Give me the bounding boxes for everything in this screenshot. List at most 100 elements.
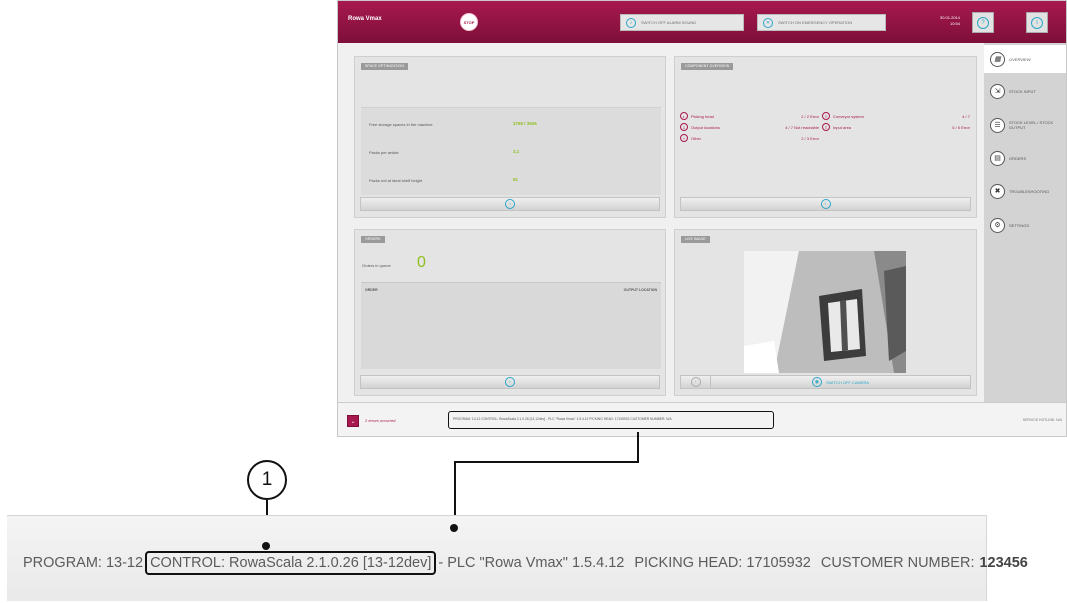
orders-icon: ▤	[990, 150, 1005, 166]
callout-marker: 1	[247, 460, 287, 500]
component-status: 2 / 3 Error	[801, 136, 819, 141]
connector-line	[637, 432, 639, 462]
conveyor-icon: ≡	[822, 112, 830, 120]
component-conveyor-system[interactable]: ≡ Conveyor system	[822, 112, 864, 120]
connector-line	[454, 461, 639, 463]
component-details-button[interactable]: ›	[680, 197, 971, 211]
info-button[interactable]: i	[1026, 12, 1048, 33]
date-time: 30.01.2014 10:54	[920, 15, 960, 27]
input-area-icon: ⇧	[822, 123, 830, 131]
chevron-right-icon: ›	[820, 199, 831, 209]
stat-label: Packs per article	[369, 150, 399, 155]
camera-feed-image	[744, 251, 906, 373]
orders-table: ORDER OUTPUT LOCATION	[361, 282, 661, 369]
sidebar-item-label: STOCK INPUT	[1009, 88, 1036, 94]
overview-icon: ▦	[990, 51, 1005, 67]
switch-off-camera-button[interactable]: ◉ SWITCH OFF CAMERA	[711, 377, 970, 387]
app-title: Rowa Vmax	[348, 16, 382, 22]
sidebar-item-label: OVERVIEW	[1009, 56, 1031, 62]
live-image-next-button[interactable]: ›	[681, 376, 711, 388]
component-status: 5 / 6 Error	[952, 125, 970, 130]
component-label: Picking head	[691, 113, 714, 119]
other-icon: +	[680, 134, 688, 142]
help-button[interactable]: ?	[972, 12, 994, 33]
sidebar-item-stock-input[interactable]: ⇲ STOCK INPUT	[984, 77, 1066, 105]
sidebar-item-label: SETTINGS	[1009, 222, 1030, 228]
chevron-right-icon: ›	[505, 377, 515, 387]
column-header-output-location: OUTPUT LOCATION	[623, 288, 657, 292]
space-optimization-panel: SPACE OPTIMIZATION Free storage spaces i…	[354, 56, 666, 218]
space-stats: Free storage spaces in the machine 3769 …	[361, 107, 661, 195]
emergency-button-label: SWITCH ON EMERGENCY OPERATION	[778, 20, 853, 25]
emergency-operation-button[interactable]: ✕ SWITCH ON EMERGENCY OPERATION	[757, 14, 886, 31]
stat-label: Free storage spaces in the machine	[369, 122, 433, 127]
stat-value: 3,1	[513, 149, 520, 154]
panel-title: SPACE OPTIMIZATION	[361, 63, 409, 70]
component-output-locations[interactable]: ⇩ Output locations	[680, 123, 720, 131]
connector-dot	[450, 524, 458, 532]
customer-number-value: 123456	[979, 555, 1028, 571]
column-header-order: ORDER	[365, 288, 378, 292]
app-window: Rowa Vmax STOP ♪ SWITCH OFF ALARM SOUND …	[337, 0, 1067, 437]
orders-panel: ORDERS Orders in queue 0 ORDER OUTPUT LO…	[354, 229, 666, 396]
live-image-panel: LIVE IMAGE › ◉ SWITCH OFF CAMERA	[674, 229, 977, 396]
program-version: PROGRAM: 13-12	[23, 555, 144, 571]
component-status: 4 / 7 Not reachable	[785, 125, 819, 130]
sidebar-item-label: ORDERS	[1009, 155, 1027, 161]
speaker-icon: ♪	[626, 17, 636, 28]
alarm-button-label: SWITCH OFF ALARM SOUND	[641, 20, 697, 25]
live-image-footer: › ◉ SWITCH OFF CAMERA	[680, 375, 971, 389]
control-version-highlight: CONTROL: RowaScala 2.1.0.26 [13-12dev]	[145, 551, 437, 575]
component-status: 4 / 7	[962, 114, 970, 119]
sidebar-item-stock-level-output[interactable]: ☰ STOCK LEVEL / STOCK OUTPUT	[984, 111, 1066, 139]
stat-value: 3769 / 3926	[513, 121, 537, 126]
error-message[interactable]: 2 errors occurred	[365, 418, 395, 423]
sidebar: ▦ OVERVIEW ⇲ STOCK INPUT ☰ STOCK LEVEL /…	[984, 43, 1066, 402]
panel-title: COMPONENT OVERVIEW	[681, 63, 734, 70]
zoomed-version-strip: PROGRAM: 13-12 CONTROL: RowaScala 2.1.0.…	[7, 515, 1028, 601]
error-expand-button[interactable]: ⌄	[347, 415, 359, 427]
orders-queue-count: 0	[417, 254, 426, 271]
component-label: Other	[691, 135, 702, 141]
version-info: PROGRAM: 13-12 CONTROL: RowaScala 2.1.0.…	[448, 411, 774, 429]
top-bar: Rowa Vmax STOP ♪ SWITCH OFF ALARM SOUND …	[338, 1, 1066, 43]
stat-label: Packs not at ideal shelf height	[369, 178, 423, 183]
callout-dot	[262, 542, 270, 550]
orders-details-button[interactable]: ›	[360, 375, 660, 389]
component-label: Output locations	[691, 124, 720, 130]
panel-title: LIVE IMAGE	[681, 236, 710, 243]
sidebar-item-orders[interactable]: ▤ ORDERS	[984, 144, 1066, 172]
service-hotline: SERVICE HOTLINE: N/A	[1022, 418, 1062, 422]
output-location-icon: ⇩	[680, 123, 688, 131]
info-icon: i	[1031, 16, 1043, 29]
sidebar-item-label: STOCK LEVEL / STOCK OUTPUT	[1009, 120, 1054, 130]
question-icon: ?	[977, 16, 989, 29]
picking-head-icon: ◐	[680, 112, 688, 120]
sidebar-item-overview[interactable]: ▦ OVERVIEW	[984, 45, 1066, 73]
sidebar-item-troubleshooting[interactable]: ✖ TROUBLESHOOTING	[984, 177, 1066, 205]
settings-icon: ⚙	[990, 217, 1005, 233]
stock-level-icon: ☰	[990, 117, 1005, 133]
chevron-down-icon: ⌄	[350, 418, 356, 425]
component-picking-head[interactable]: ◐ Picking head	[680, 112, 714, 120]
troubleshooting-icon: ✖	[990, 183, 1005, 199]
chevron-right-icon: ›	[690, 377, 701, 387]
switch-off-alarm-button[interactable]: ♪ SWITCH OFF ALARM SOUND	[620, 14, 744, 31]
component-input-area[interactable]: ⇧ Input area	[822, 123, 851, 131]
sidebar-item-label: TROUBLESHOOTING	[1009, 188, 1050, 194]
zoomed-version-text: PROGRAM: 13-12 CONTROL: RowaScala 2.1.0.…	[23, 551, 1028, 575]
chevron-right-icon: ›	[505, 199, 515, 209]
stock-input-icon: ⇲	[990, 83, 1005, 99]
stop-button[interactable]: STOP	[460, 13, 478, 31]
orders-queue-label: Orders in queue	[362, 263, 391, 268]
status-bar: ⌄ 2 errors occurred PROGRAM: 13-12 CONTR…	[338, 402, 1066, 436]
camera-icon: ◉	[811, 377, 822, 387]
component-label: Input area	[833, 124, 852, 130]
component-other[interactable]: + Other	[680, 134, 701, 142]
space-details-button[interactable]: ›	[360, 197, 660, 211]
sidebar-item-settings[interactable]: ⚙ SETTINGS	[984, 211, 1066, 239]
customer-number-label: CUSTOMER NUMBER:	[820, 555, 975, 571]
component-label: Conveyor system	[833, 113, 864, 119]
component-overview-panel: COMPONENT OVERVIEW ◐ Picking head 2 / 2 …	[674, 56, 977, 218]
emergency-icon: ✕	[763, 17, 773, 28]
